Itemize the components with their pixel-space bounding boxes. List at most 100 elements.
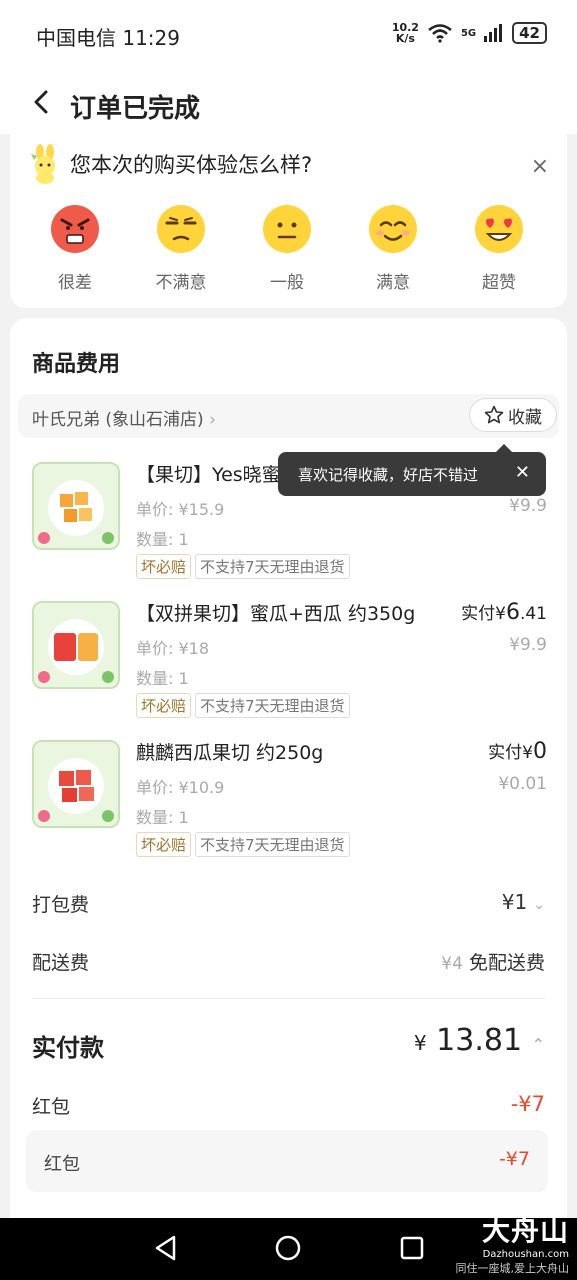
product-thumbnail — [32, 740, 120, 828]
product-item[interactable]: 【双拼果切】蜜瓜+西瓜 约350g 实付¥6.41 单价: ¥18 数量: 1 … — [32, 599, 547, 721]
redpack-value: -¥7 — [510, 1092, 545, 1116]
paid-prefix: 实付¥ — [461, 604, 506, 624]
unit-price: 单价: ¥10.9 — [136, 778, 225, 797]
status-bar: 中国电信 11:29 10.2 K/s 5G 42 — [0, 0, 577, 70]
neutral-face-icon — [263, 205, 311, 253]
system-nav-bar: 大舟山 Dazhoushan.com 同住一座城,爱上大舟山 — [0, 1214, 577, 1280]
tag-no-return: 不支持7天无理由退货 — [195, 693, 350, 718]
packing-fee-row[interactable]: 打包费 ¥1 ⌄ — [32, 890, 545, 917]
cost-card: 商品费用 叶氏兄弟 (象山石浦店) › 收藏 喜欢记得收藏，好店不错过 ✕ 【果… — [10, 318, 567, 1218]
favorite-tooltip: 喜欢记得收藏，好店不错过 ✕ — [278, 444, 546, 496]
tooltip-text: 喜欢记得收藏，好店不错过 — [298, 465, 479, 484]
rating-card: 您本次的购买体验怎么样? × 很差 不满意 一般 满意 超赞 — [10, 134, 567, 308]
battery-indicator: 42 — [512, 22, 547, 44]
product-tags: 坏必赔 不支持7天无理由退货 — [136, 693, 350, 718]
net-speed-unit: K/s — [395, 32, 415, 45]
redpack-row: 红包 -¥7 — [32, 1092, 545, 1119]
tag-no-return: 不支持7天无理由退货 — [195, 554, 350, 579]
rating-label: 超赞 — [482, 273, 516, 293]
carrier-time: 中国电信 11:29 — [36, 26, 180, 50]
paid-tail: .41 — [519, 604, 547, 624]
store-name-text: 叶氏兄弟 (象山石浦店) — [32, 410, 204, 430]
paid-amount: 实付¥0 — [488, 738, 547, 764]
rating-option-neutral[interactable]: 一般 — [234, 204, 340, 293]
packing-fee-amount: ¥1 — [501, 890, 528, 914]
tag-guarantee: 坏必赔 — [136, 554, 192, 579]
page-title: 订单已完成 — [70, 94, 201, 124]
favorite-button[interactable]: 收藏 — [469, 398, 557, 432]
original-price: ¥9.9 — [509, 635, 547, 655]
back-triangle-icon[interactable] — [152, 1234, 180, 1262]
close-icon[interactable]: ✕ — [515, 462, 530, 483]
unit-price: 单价: ¥18 — [136, 639, 210, 658]
paid-amount: 实付¥6.41 — [461, 599, 547, 625]
delivery-fee-original: ¥4 — [441, 954, 463, 974]
watermark-site: Dazhoushan.com — [482, 1249, 569, 1260]
packing-fee-label: 打包费 — [32, 894, 90, 916]
paid-value: 0 — [533, 739, 547, 764]
favorite-label: 收藏 — [508, 407, 542, 428]
chevron-down-icon: ⌄ — [533, 897, 545, 913]
total-currency: ¥ — [413, 1031, 427, 1055]
redpack-detail-label: 红包 — [44, 1154, 80, 1175]
rating-option-satisfied[interactable]: 满意 — [340, 204, 446, 293]
tag-no-return: 不支持7天无理由退货 — [195, 832, 350, 857]
product-item[interactable]: 麒麟西瓜果切 约250g 实付¥0 单价: ¥10.9 数量: 1 ¥0.01 … — [32, 738, 547, 860]
unit-price: 单价: ¥15.9 — [136, 500, 225, 519]
heart-eyes-face-icon — [475, 205, 523, 253]
total-value: 13.81 — [436, 1023, 523, 1058]
signal-icon — [484, 24, 503, 42]
unamused-face-icon — [157, 205, 205, 253]
watermark-slogan: 同住一座城,爱上大舟山 — [455, 1262, 570, 1275]
net-speed: 10.2 K/s — [392, 22, 419, 44]
watermark: 大舟山 Dazhoushan.com 同住一座城,爱上大舟山 — [456, 1209, 570, 1276]
store-name[interactable]: 叶氏兄弟 (象山石浦店) › — [32, 405, 216, 430]
back-arrow-icon[interactable] — [30, 90, 54, 114]
divider — [32, 998, 545, 999]
total-label: 实付款 — [32, 1034, 104, 1062]
paid-value: 6 — [505, 600, 520, 625]
quantity: 数量: 1 — [136, 669, 189, 688]
original-price: ¥0.01 — [498, 774, 547, 794]
product-name: 【双拼果切】蜜瓜+西瓜 约350g — [136, 603, 416, 625]
rating-label: 满意 — [376, 273, 410, 293]
network-type: 5G — [460, 27, 477, 39]
redpack-label: 红包 — [32, 1096, 71, 1118]
close-icon[interactable]: × — [531, 154, 549, 179]
home-circle-icon[interactable] — [274, 1234, 302, 1262]
rating-options: 很差 不满意 一般 满意 超赞 — [10, 204, 567, 293]
product-tags: 坏必赔 不支持7天无理由退货 — [136, 554, 350, 579]
status-icons: 10.2 K/s 5G 42 — [392, 22, 547, 44]
packing-fee-value: ¥1 ⌄ — [502, 890, 545, 914]
recent-apps-icon[interactable] — [398, 1234, 426, 1262]
rating-label: 不满意 — [155, 273, 207, 293]
delivery-fee-value: ¥4 免配送费 — [441, 948, 545, 975]
product-thumbnail — [32, 601, 120, 689]
tag-guarantee: 坏必赔 — [136, 832, 192, 857]
smiling-face-icon — [369, 205, 417, 253]
melon-watermelon-image — [34, 603, 118, 687]
delivery-fee-label: 配送费 — [32, 952, 90, 974]
star-icon — [484, 405, 504, 424]
rating-header: 您本次的购买体验怎么样? — [28, 144, 312, 184]
watermelon-slices-image — [34, 742, 118, 826]
rating-option-awesome[interactable]: 超赞 — [446, 204, 552, 293]
mascot-icon — [31, 144, 55, 184]
rating-option-unsatisfied[interactable]: 不满意 — [128, 204, 234, 293]
rating-label: 一般 — [270, 273, 304, 293]
tag-guarantee: 坏必赔 — [136, 693, 192, 718]
original-price: ¥9.9 — [509, 496, 547, 516]
product-name: 麒麟西瓜果切 约250g — [136, 742, 324, 764]
quantity: 数量: 1 — [136, 530, 189, 549]
store-row[interactable]: 叶氏兄弟 (象山石浦店) › 收藏 — [18, 394, 559, 438]
angry-face-icon — [51, 205, 99, 253]
chevron-right-icon: › — [209, 410, 216, 430]
rating-question: 您本次的购买体验怎么样? — [70, 153, 313, 177]
chevron-up-icon: ⌃ — [531, 1035, 545, 1054]
wifi-icon — [428, 24, 452, 43]
rating-option-very-bad[interactable]: 很差 — [22, 204, 128, 293]
total-amount[interactable]: ¥ 13.81 ⌃ — [414, 1023, 545, 1058]
melon-slices-image — [34, 464, 118, 548]
watermark-brand: 大舟山 — [481, 1214, 569, 1247]
delivery-fee-amount: 免配送费 — [468, 952, 545, 974]
